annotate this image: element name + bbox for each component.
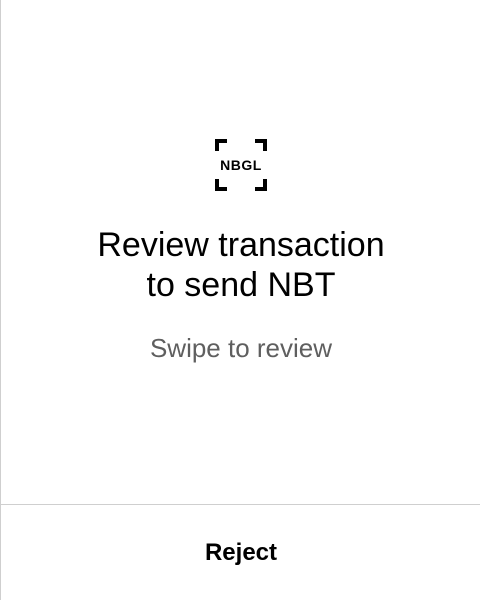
review-screen[interactable]: NBGL Review transaction to send NBT Swip… — [0, 0, 480, 600]
logo-text: NBGL — [220, 157, 262, 173]
review-title-line1: Review transaction — [97, 226, 385, 264]
swipe-hint: Swipe to review — [149, 333, 333, 363]
review-title: Review transaction to send NBT — [41, 225, 441, 305]
review-content: NBGL Review transaction to send NBT Swip… — [1, 0, 480, 504]
reject-button[interactable]: Reject — [1, 505, 480, 600]
review-title-line2: to send NBT — [146, 266, 336, 304]
nbgl-logo-icon: NBGL — [215, 139, 267, 191]
